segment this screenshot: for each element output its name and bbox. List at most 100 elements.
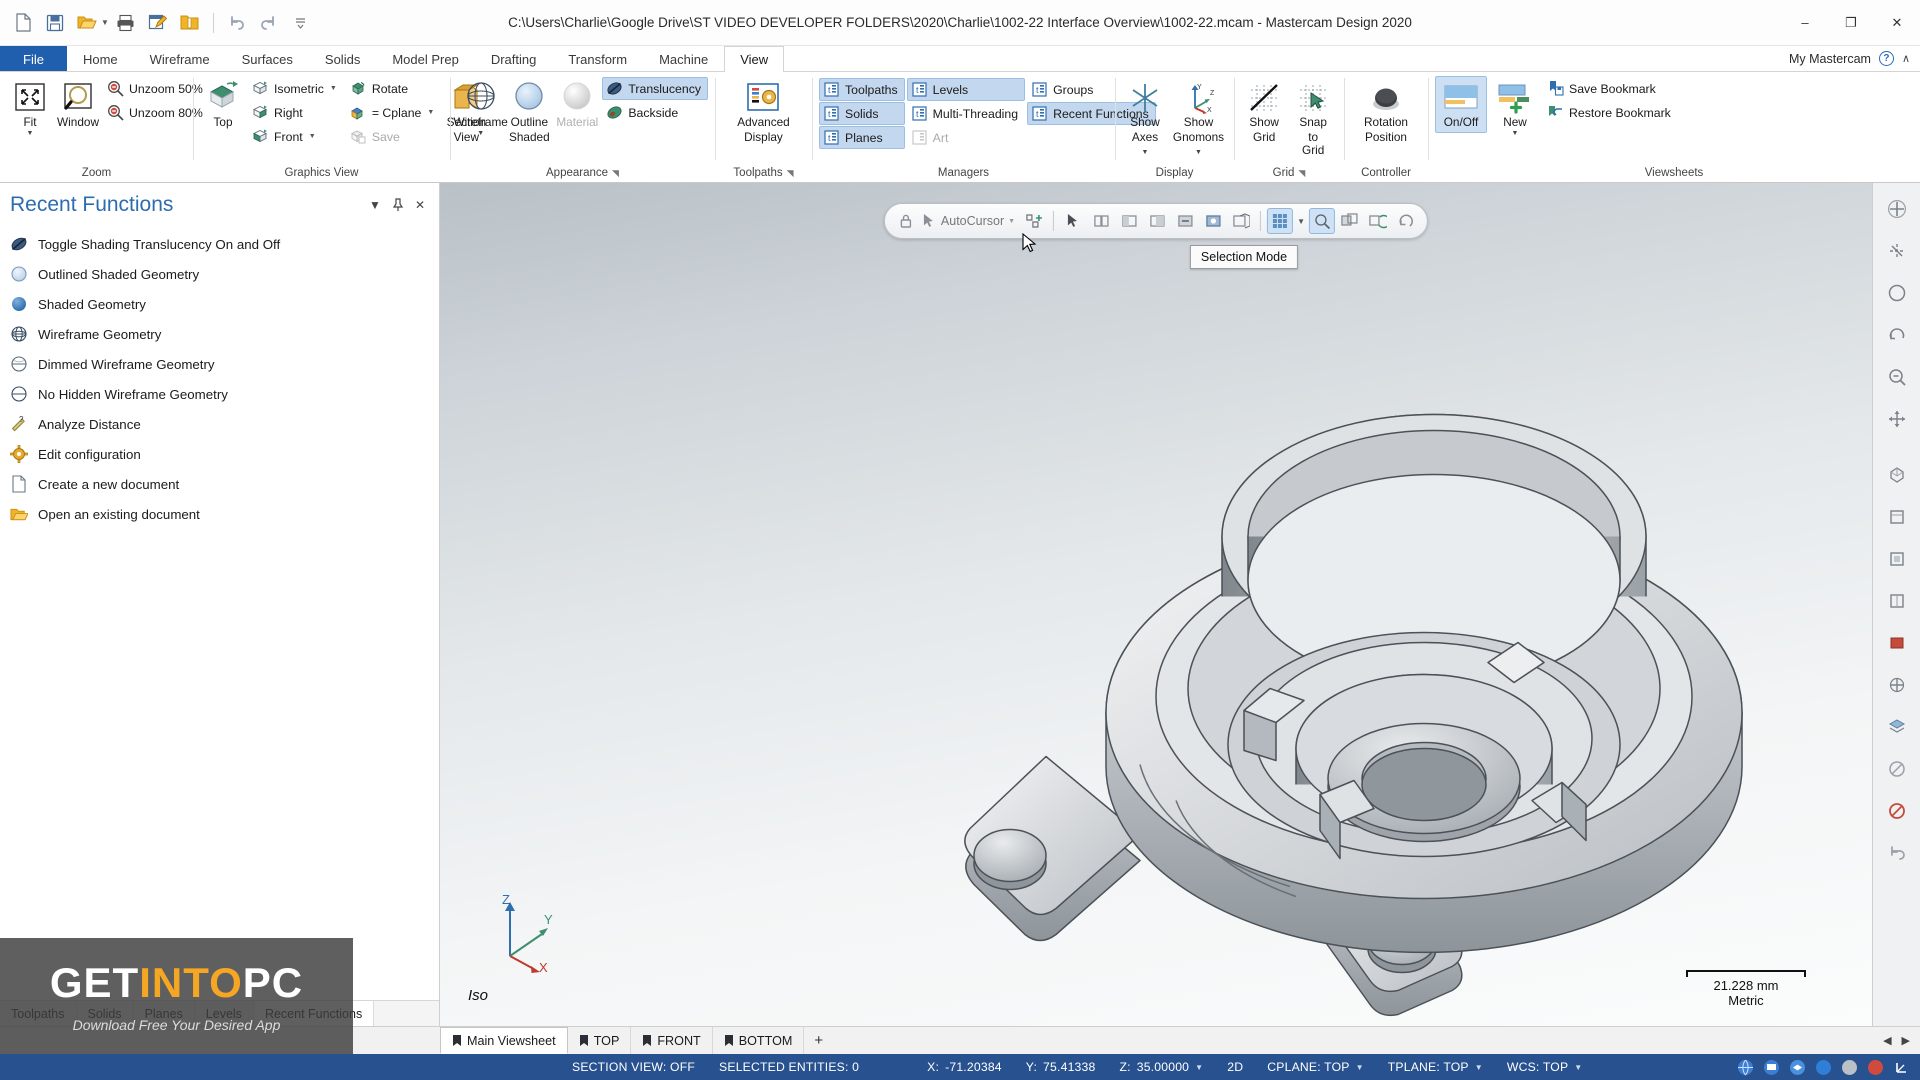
- viewsheet-tab-bottom[interactable]: BOTTOM: [713, 1027, 805, 1054]
- help-icon[interactable]: ?: [1878, 51, 1894, 66]
- selection-mode-dropdown-icon[interactable]: ▼: [1295, 208, 1307, 234]
- select-area-icon[interactable]: [1172, 208, 1198, 234]
- collapse-ribbon-icon[interactable]: ∧: [1902, 52, 1910, 65]
- tab-wireframe[interactable]: Wireframe: [134, 46, 226, 71]
- list-item[interactable]: Outlined Shaded Geometry: [0, 259, 439, 289]
- manager-levels[interactable]: t Levels: [906, 78, 1026, 101]
- display-icon[interactable]: [1763, 1059, 1780, 1076]
- show-grid-button[interactable]: Show Grid: [1241, 76, 1287, 148]
- status-section-view[interactable]: SECTION VIEW: OFF: [560, 1060, 707, 1074]
- tab-drafting[interactable]: Drafting: [475, 46, 553, 71]
- redo-icon[interactable]: [254, 8, 284, 38]
- arrow-select-icon[interactable]: [1060, 208, 1086, 234]
- manager-toolpaths[interactable]: t Toolpaths: [819, 78, 905, 101]
- zoom-target-icon[interactable]: [1879, 275, 1915, 311]
- window-zoom-button[interactable]: Window: [55, 76, 101, 133]
- minimize-button[interactable]: –: [1782, 0, 1828, 46]
- tab-machine[interactable]: Machine: [643, 46, 724, 71]
- tab-solids[interactable]: Solids: [309, 46, 376, 71]
- cplane-button[interactable]: = Cplane ▼: [346, 101, 442, 124]
- print-icon[interactable]: [111, 8, 141, 38]
- globe-icon[interactable]: [1737, 1059, 1754, 1076]
- gnomon-icon[interactable]: [1893, 1059, 1910, 1076]
- lock-icon[interactable]: [893, 208, 919, 234]
- isometric-dropdown-icon[interactable]: ▼: [330, 85, 337, 92]
- wireframe-dropdown-icon[interactable]: ▼: [477, 130, 484, 137]
- selection-mode-grid-icon[interactable]: [1267, 208, 1294, 234]
- list-item[interactable]: ? Analyze Distance: [0, 409, 439, 439]
- show-axes-dropdown-icon[interactable]: ▼: [1142, 149, 1149, 156]
- rotation-position-button[interactable]: Rotation Position: [1357, 76, 1415, 148]
- manager-multi-threading[interactable]: t Multi-Threading: [907, 102, 1025, 125]
- advanced-display-button[interactable]: Advanced Display: [730, 76, 796, 148]
- top-view-icon[interactable]: [1879, 499, 1915, 535]
- status-tplane[interactable]: TPLANE: TOP ▼: [1376, 1060, 1495, 1074]
- manager-solids[interactable]: t Solids: [819, 102, 905, 125]
- unselect-all-icon[interactable]: [1393, 208, 1419, 234]
- save-bookmark-button[interactable]: Save Bookmark: [1543, 77, 1678, 100]
- panel-pin-icon[interactable]: [392, 198, 404, 212]
- customize-qat-icon[interactable]: [286, 8, 316, 38]
- fit-screen-icon[interactable]: [1879, 191, 1915, 227]
- select-window-icon[interactable]: [1116, 208, 1142, 234]
- panel-dropdown-icon[interactable]: ▼: [369, 198, 381, 212]
- show-gnomons-button[interactable]: Y Z X Show Gnomons ▼: [1170, 76, 1227, 162]
- right-view-icon[interactable]: [1879, 583, 1915, 619]
- status-wcs[interactable]: WCS: TOP ▼: [1495, 1060, 1595, 1074]
- zip-folder-icon[interactable]: [175, 8, 205, 38]
- list-item[interactable]: No Hidden Wireframe Geometry: [0, 379, 439, 409]
- unblank-entity-icon[interactable]: [1879, 793, 1915, 829]
- z-dropdown-icon[interactable]: ▼: [1195, 1063, 1203, 1072]
- status-selected-entities[interactable]: SELECTED ENTITIES: 0: [707, 1060, 871, 1074]
- tab-file[interactable]: File: [0, 46, 67, 71]
- tab-transform[interactable]: Transform: [552, 46, 643, 71]
- select-all-icon[interactable]: [1309, 208, 1336, 234]
- panel-close-icon[interactable]: ✕: [415, 198, 425, 212]
- wcs-dropdown-icon[interactable]: ▼: [1574, 1063, 1582, 1072]
- close-button[interactable]: ✕: [1874, 0, 1920, 46]
- tab-view[interactable]: View: [724, 46, 785, 72]
- shaded-view-icon[interactable]: [1879, 625, 1915, 661]
- restore-bookmark-button[interactable]: Restore Bookmark: [1543, 101, 1678, 124]
- manager-planes[interactable]: t Planes: [819, 126, 905, 149]
- translucency-button[interactable]: Translucency: [602, 77, 708, 100]
- select-polygon-icon[interactable]: [1144, 208, 1170, 234]
- tab-home[interactable]: Home: [67, 46, 134, 71]
- front-view-icon[interactable]: [1879, 541, 1915, 577]
- pan-icon[interactable]: [1879, 401, 1915, 437]
- list-item[interactable]: Edit configuration: [0, 439, 439, 469]
- maximize-button[interactable]: ❐: [1828, 0, 1874, 46]
- scroll-right-icon[interactable]: ▶: [1902, 1034, 1910, 1047]
- undo-arrow-icon[interactable]: [1879, 835, 1915, 871]
- toolpaths-dialog-launcher[interactable]: ◥: [787, 168, 794, 179]
- cplane-dropdown-icon[interactable]: ▼: [427, 109, 434, 116]
- tab-model-prep[interactable]: Model Prep: [376, 46, 474, 71]
- blank-entity-icon[interactable]: [1879, 751, 1915, 787]
- tab-surfaces[interactable]: Surfaces: [226, 46, 309, 71]
- viewsheet-tab-main[interactable]: Main Viewsheet: [440, 1027, 568, 1054]
- viewsheet-tab-top[interactable]: TOP: [568, 1027, 632, 1054]
- viewsheets-new-dropdown-icon[interactable]: ▼: [1512, 130, 1519, 137]
- open-dropdown-icon[interactable]: ▼: [101, 18, 109, 27]
- open-folder-icon[interactable]: [72, 8, 102, 38]
- viewsheets-new-button[interactable]: New ▼: [1489, 76, 1541, 140]
- sphere-gray-icon[interactable]: [1841, 1059, 1858, 1076]
- scroll-left-icon[interactable]: ◀: [1883, 1034, 1891, 1047]
- isometric-view-icon[interactable]: [1879, 457, 1915, 493]
- list-item[interactable]: Shaded Geometry: [0, 289, 439, 319]
- zoom-window-icon[interactable]: [1879, 233, 1915, 269]
- snap-to-grid-button[interactable]: Snap to Grid: [1289, 76, 1337, 162]
- grid-dialog-launcher[interactable]: ◥: [1298, 168, 1305, 179]
- list-item[interactable]: Dimmed Wireframe Geometry: [0, 349, 439, 379]
- wireframe-button[interactable]: Wireframe ▼: [453, 76, 508, 140]
- select-chain-icon[interactable]: [1088, 208, 1114, 234]
- select-solid-face-icon[interactable]: [1228, 208, 1254, 234]
- isometric-view-button[interactable]: Isometric ▼: [248, 77, 344, 100]
- unzoom-icon[interactable]: [1879, 359, 1915, 395]
- add-point-icon[interactable]: [1021, 208, 1047, 234]
- select-only-icon[interactable]: [1337, 208, 1363, 234]
- graphics-viewport[interactable]: AutoCursor ▼ ▼ Selection Mode Iso Z Y X …: [440, 183, 1872, 1026]
- viewsheet-tab-front[interactable]: FRONT: [631, 1027, 713, 1054]
- cplane-dropdown-icon[interactable]: ▼: [1356, 1063, 1364, 1072]
- select-vector-icon[interactable]: [1200, 208, 1226, 234]
